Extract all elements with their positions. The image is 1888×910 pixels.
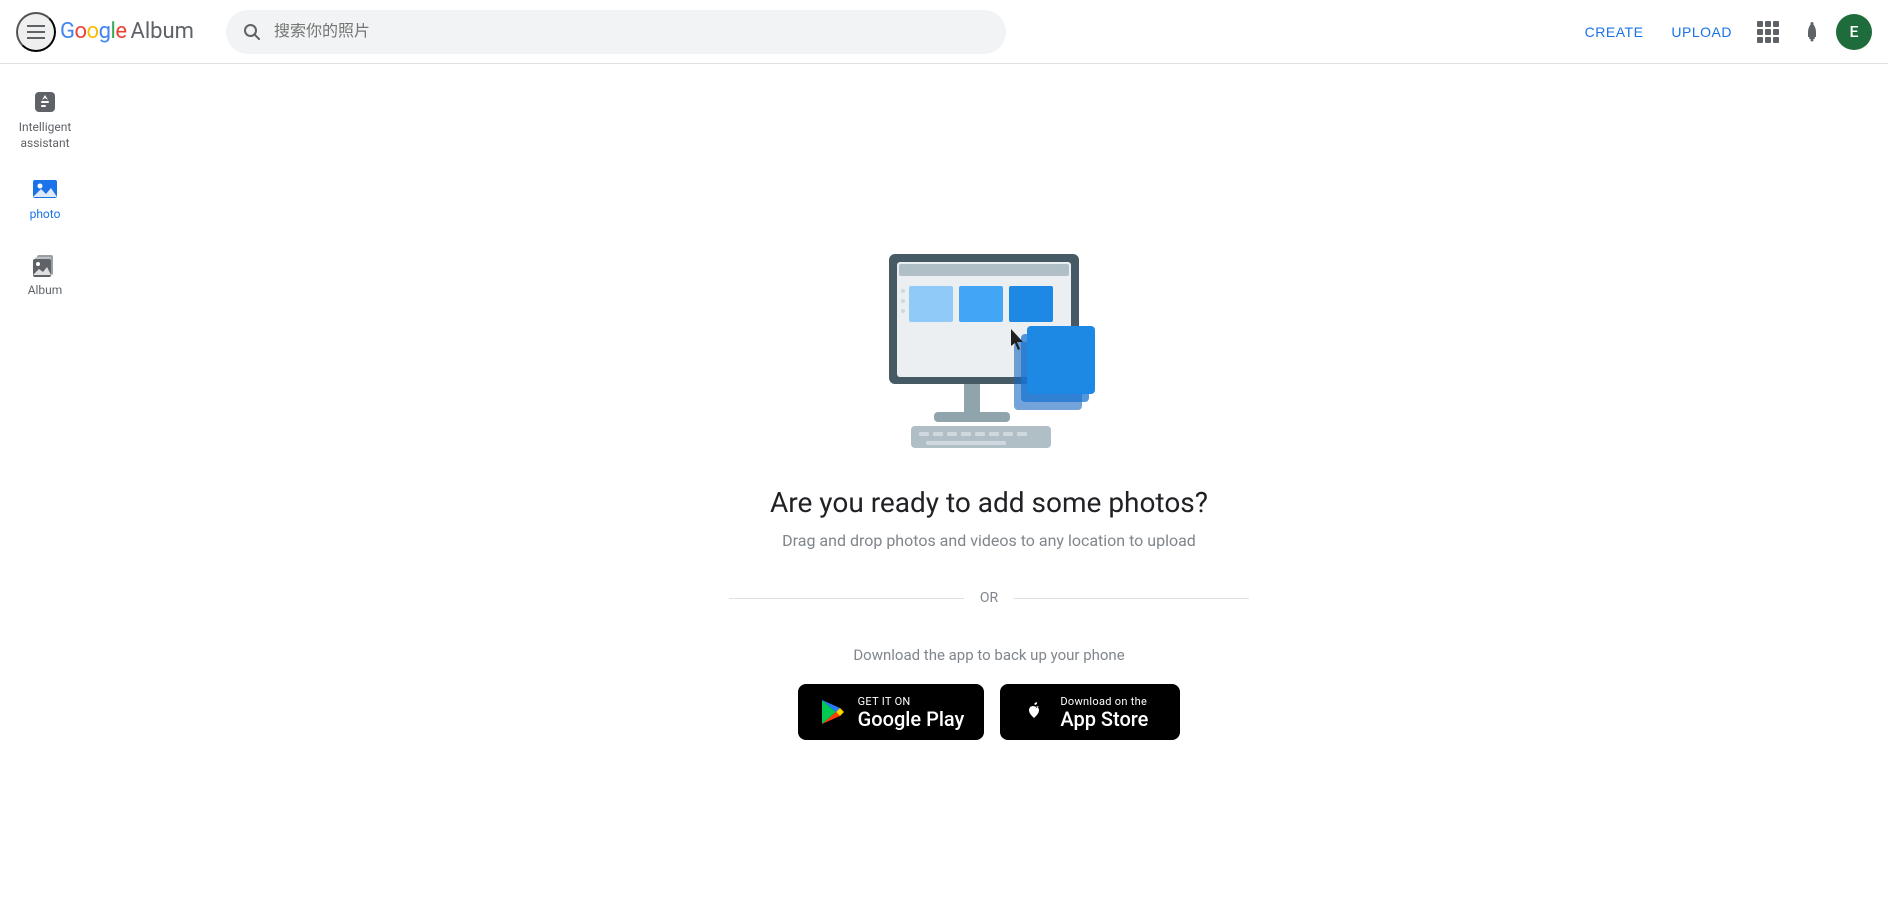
- main-subtitle: Drag and drop photos and videos to any l…: [782, 531, 1196, 550]
- notifications-button[interactable]: [1792, 12, 1832, 52]
- upload-button[interactable]: UPLOAD: [1659, 16, 1744, 48]
- app-store-text: Download on the App Store: [1060, 695, 1148, 730]
- sidebar-item-photo[interactable]: photo: [3, 163, 87, 235]
- upload-illustration: [859, 234, 1119, 454]
- sidebar-item-assistant[interactable]: Intelligent assistant: [3, 80, 87, 159]
- google-play-icon: [818, 698, 846, 726]
- store-buttons: GET IT ON Google Play Download on the Ap…: [798, 684, 1181, 740]
- menu-button[interactable]: [16, 12, 56, 52]
- hamburger-icon: [27, 25, 45, 39]
- main-content: Are you ready to add some photos? Drag a…: [90, 64, 1888, 910]
- apps-button[interactable]: [1748, 12, 1788, 52]
- sidebar-item-album[interactable]: Album: [3, 239, 87, 311]
- album-icon: [31, 251, 59, 279]
- divider-line-left: [729, 598, 964, 599]
- divider-row: OR: [729, 590, 1249, 606]
- download-app-text: Download the app to back up your phone: [853, 646, 1124, 664]
- sidebar: Intelligent assistant photo: [0, 64, 90, 910]
- google-play-button[interactable]: GET IT ON Google Play: [798, 684, 985, 740]
- sidebar-album-label: Album: [28, 283, 63, 299]
- divider-text: OR: [964, 590, 1014, 606]
- header: Google Album CREATE UPLOAD: [0, 0, 1888, 64]
- search-icon: [242, 22, 262, 42]
- layout: Intelligent assistant photo: [0, 64, 1888, 910]
- assistant-icon: [31, 88, 59, 116]
- app-store-button[interactable]: Download on the App Store: [1000, 684, 1180, 740]
- google-play-text: GET IT ON Google Play: [858, 695, 965, 730]
- avatar[interactable]: E: [1836, 14, 1872, 50]
- search-input[interactable]: [274, 23, 990, 41]
- bell-icon: [1801, 21, 1823, 43]
- photo-icon: [31, 175, 59, 203]
- sidebar-photo-label: photo: [30, 207, 61, 223]
- search-bar: [226, 10, 1006, 54]
- logo-album-text: Album: [130, 19, 193, 44]
- main-title: Are you ready to add some photos?: [770, 486, 1208, 519]
- create-button[interactable]: CREATE: [1573, 16, 1656, 48]
- logo-google-text: Google: [60, 19, 126, 44]
- logo[interactable]: Google Album: [60, 19, 194, 44]
- grid-icon: [1757, 21, 1779, 43]
- header-actions: CREATE UPLOAD E: [1573, 12, 1872, 52]
- divider-line-right: [1014, 598, 1249, 599]
- apple-icon: [1020, 698, 1048, 726]
- sidebar-assistant-label: Intelligent assistant: [15, 120, 75, 151]
